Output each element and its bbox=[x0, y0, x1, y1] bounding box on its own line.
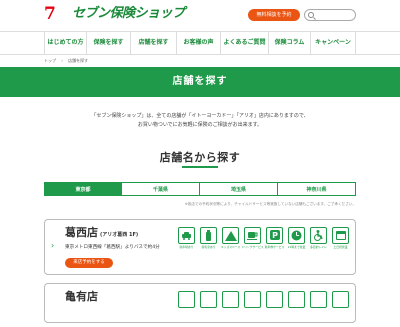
feature-label: キッズスペース bbox=[220, 245, 241, 249]
store-name-text[interactable]: 亀有店 bbox=[65, 290, 98, 303]
section-underline bbox=[182, 166, 218, 168]
breadcrumb-home[interactable]: トップ bbox=[44, 58, 56, 63]
feature-nursing-room: 授乳室あり bbox=[200, 227, 217, 263]
store-name-text[interactable]: 葛西店 bbox=[65, 226, 98, 239]
breadcrumb: トップ › 店舗を探す bbox=[44, 56, 92, 66]
global-nav: はじめての方 保険を探す 店舗を探す お客様の声 よくあるご質問 保険コラム キ… bbox=[0, 31, 400, 55]
nav-item-first-time[interactable]: はじめての方 bbox=[44, 32, 86, 54]
breadcrumb-separator: › bbox=[61, 58, 63, 63]
nav-item-customer-voice[interactable]: お客様の声 bbox=[176, 32, 220, 54]
feature-label: 多目的トイレ bbox=[310, 245, 327, 249]
tab-saitama[interactable]: 埼玉県 bbox=[200, 182, 278, 196]
logo-mark: 7 bbox=[44, 4, 56, 24]
tab-chiba[interactable]: 千葉県 bbox=[122, 182, 200, 196]
feature-label: ドリンクサービス bbox=[241, 245, 264, 249]
site-logo-text[interactable]: セブン保険ショップ bbox=[72, 6, 185, 22]
clock-icon bbox=[288, 227, 305, 244]
wheelchair-icon bbox=[310, 227, 327, 244]
feature-kids-space: キッズスペース bbox=[220, 227, 241, 263]
breadcrumb-current: 店舗を探す bbox=[68, 58, 89, 63]
store-location: (アリオ葛西 1F) bbox=[100, 232, 139, 238]
feature-open-late: 21時まで営業 bbox=[288, 227, 305, 263]
tab-tokyo[interactable]: 東京都 bbox=[44, 182, 122, 196]
drink-icon bbox=[244, 227, 261, 244]
intro-line-2: お買い物ついでにお気軽に保険のご相談がお出来ます。 bbox=[137, 122, 263, 128]
calendar-icon bbox=[332, 227, 349, 244]
region-tabs: 東京都 千葉県 埼玉県 神奈川県 bbox=[44, 182, 356, 196]
store-reserve-button[interactable]: 来店予約をする bbox=[65, 258, 113, 268]
site-header: 7 セブン保険ショップ 無料相談を予約 bbox=[0, 0, 400, 31]
tent-icon bbox=[222, 227, 239, 244]
intro-line-1: 「セブン保険ショップ」は、全ての店舗が「イトーヨーカドー」「アリオ」店内にありま… bbox=[91, 113, 309, 119]
parking-ticket-icon: P bbox=[266, 227, 283, 244]
store-note: ※各店での予約状況等により、チャイルドサービス等実施していない店舗もございます。… bbox=[184, 202, 356, 206]
feature-label: 21時まで営業 bbox=[287, 245, 306, 249]
store-name[interactable]: 葛西店 (アリオ葛西 1F) bbox=[65, 226, 138, 242]
feature-label: 土日祝営業 bbox=[333, 245, 348, 249]
consult-reservation-button[interactable]: 無料相談を予約 bbox=[248, 9, 300, 21]
page-banner: 店舗を探す bbox=[0, 67, 400, 97]
nav-item-faq[interactable]: よくあるご質問 bbox=[220, 32, 268, 54]
car-icon bbox=[178, 227, 195, 244]
feature-label: 授乳室あり bbox=[201, 245, 216, 249]
search-icon[interactable] bbox=[308, 12, 314, 18]
page-title: 店舗を探す bbox=[172, 76, 228, 87]
feature-parking-ticket: P 駐車券サービス bbox=[264, 227, 285, 263]
bottle-icon bbox=[200, 227, 217, 244]
feature-parking: 駐車場あり bbox=[178, 227, 195, 263]
intro-text: 「セブン保険ショップ」は、全ての店舗が「イトーヨーカドー」「アリオ」店内にありま… bbox=[60, 112, 340, 130]
feature-drink-service: ドリンクサービス bbox=[241, 227, 264, 263]
store-card[interactable]: › 葛西店 (アリオ葛西 1F) 東京メトロ東西線「葛西駅」よりバスで約4分 来店… bbox=[44, 219, 356, 275]
store-access: 東京メトロ東西線「葛西駅」よりバスで約4分 bbox=[65, 245, 160, 250]
nav-item-campaign[interactable]: キャンペーン bbox=[310, 32, 356, 54]
nav-item-find-insurance[interactable]: 保険を探す bbox=[86, 32, 130, 54]
feature-label: 駐車場あり bbox=[179, 245, 194, 249]
nav-item-column[interactable]: 保険コラム bbox=[268, 32, 310, 54]
search-input[interactable] bbox=[304, 9, 356, 21]
section-title: 店舗名から探す bbox=[159, 151, 241, 164]
chevron-right-icon[interactable]: › bbox=[51, 242, 54, 250]
feature-accessible-toilet: 多目的トイレ bbox=[310, 227, 327, 263]
feature-weekend-open: 土日祝営業 bbox=[332, 227, 349, 263]
svg-text:P: P bbox=[272, 231, 278, 240]
tab-kanagawa[interactable]: 神奈川県 bbox=[278, 182, 356, 196]
nav-item-find-store[interactable]: 店舗を探す bbox=[130, 32, 176, 54]
store-name[interactable]: 亀有店 bbox=[65, 290, 98, 303]
store-card[interactable]: 亀有店 bbox=[44, 283, 356, 323]
seven-logo-icon[interactable]: 7 bbox=[44, 4, 60, 24]
feature-label: 駐車券サービス bbox=[264, 245, 285, 249]
